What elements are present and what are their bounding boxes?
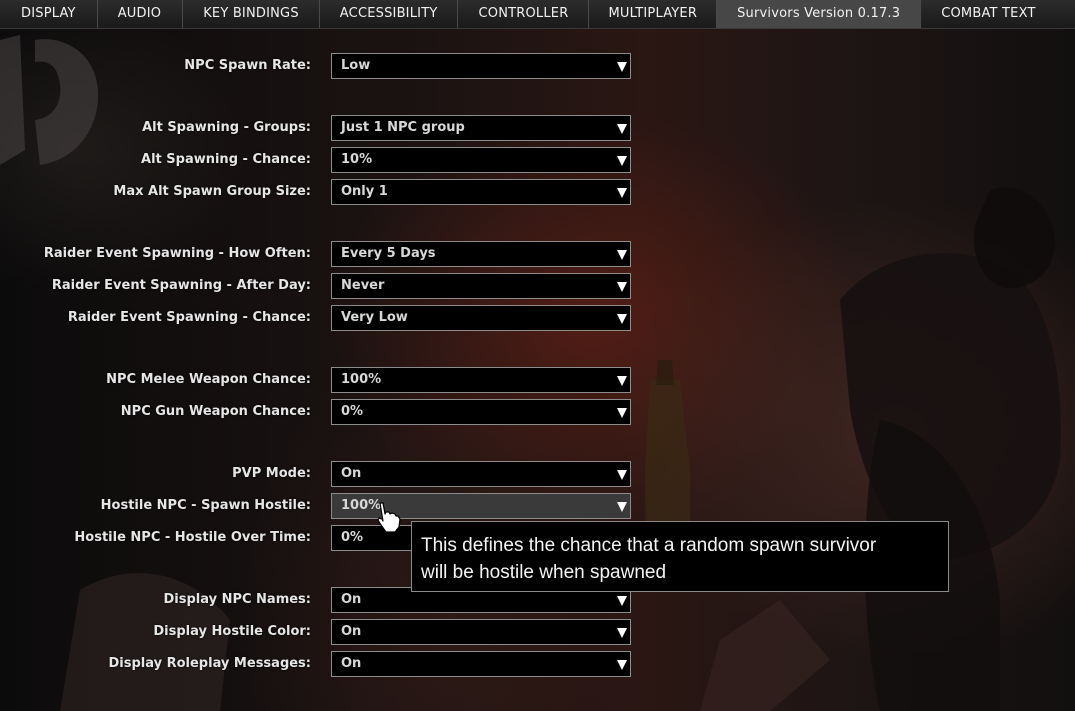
tab-audio[interactable]: AUDIO bbox=[98, 0, 184, 28]
tab-survivors[interactable]: Survivors Version 0.17.3 bbox=[717, 0, 922, 28]
chevron-down-icon bbox=[617, 660, 627, 670]
chevron-down-icon bbox=[617, 250, 627, 260]
tab-controller[interactable]: CONTROLLER bbox=[458, 0, 590, 28]
setting-label: NPC Melee Weapon Chance: bbox=[106, 372, 311, 387]
chevron-down-icon bbox=[617, 314, 627, 324]
setting-label: Alt Spawning - Chance: bbox=[141, 152, 311, 167]
npc-spawn-rate-dropdown[interactable]: Low bbox=[331, 53, 631, 79]
npc-gun-weapon-chance-dropdown[interactable]: 0% bbox=[331, 399, 631, 425]
npc-melee-weapon-chance-dropdown[interactable]: 100% bbox=[331, 367, 631, 393]
setting-row-raider-chance: Raider Event Spawning - Chance: Very Low bbox=[0, 305, 640, 331]
chevron-down-icon bbox=[617, 376, 627, 386]
hand-pointer-icon bbox=[377, 502, 401, 533]
chevron-down-icon bbox=[617, 596, 627, 606]
dropdown-value: Only 1 bbox=[341, 184, 388, 199]
tab-multiplayer[interactable]: MULTIPLAYER bbox=[589, 0, 718, 28]
setting-label: Raider Event Spawning - After Day: bbox=[51, 278, 311, 293]
tooltip-line-1: This defines the chance that a random sp… bbox=[421, 535, 877, 556]
setting-label: Display Roleplay Messages: bbox=[108, 656, 311, 671]
chevron-down-icon bbox=[617, 282, 627, 292]
setting-row-alt-spawning-chance: Alt Spawning - Chance: 10% bbox=[0, 147, 640, 173]
setting-label: Alt Spawning - Groups: bbox=[142, 120, 311, 135]
chevron-down-icon bbox=[617, 62, 627, 72]
setting-label: Raider Event Spawning - Chance: bbox=[67, 310, 311, 325]
chevron-down-icon bbox=[617, 628, 627, 638]
tab-combat-text[interactable]: COMBAT TEXT bbox=[921, 0, 1055, 28]
setting-label: Hostile NPC - Spawn Hostile: bbox=[100, 498, 311, 513]
chevron-down-icon bbox=[617, 188, 627, 198]
alt-spawning-groups-dropdown[interactable]: Just 1 NPC group bbox=[331, 115, 631, 141]
display-roleplay-messages-dropdown[interactable]: On bbox=[331, 651, 631, 677]
setting-row-npc-gun-weapon-chance: NPC Gun Weapon Chance: 0% bbox=[0, 399, 640, 425]
dropdown-value: 100% bbox=[341, 372, 382, 387]
settings-tab-bar: DISPLAY AUDIO KEY BINDINGS ACCESSIBILITY… bbox=[0, 0, 1075, 29]
dropdown-value: 10% bbox=[341, 152, 373, 167]
setting-row-npc-spawn-rate: NPC Spawn Rate: Low bbox=[0, 53, 640, 79]
setting-row-hostile-npc-spawn-hostile: Hostile NPC - Spawn Hostile: 100% bbox=[0, 493, 640, 519]
setting-row-raider-after-day: Raider Event Spawning - After Day: Never bbox=[0, 273, 640, 299]
setting-row-alt-spawning-groups: Alt Spawning - Groups: Just 1 NPC group bbox=[0, 115, 640, 141]
chevron-down-icon bbox=[617, 156, 627, 166]
dropdown-value: Low bbox=[341, 58, 371, 73]
setting-row-pvp-mode: PVP Mode: On bbox=[0, 461, 640, 487]
tooltip-line-2: will be hostile when spawned bbox=[421, 562, 667, 583]
raider-chance-dropdown[interactable]: Very Low bbox=[331, 305, 631, 331]
setting-tooltip: This defines the chance that a random sp… bbox=[411, 521, 949, 592]
chevron-down-icon bbox=[617, 124, 627, 134]
dropdown-value: On bbox=[341, 656, 362, 671]
dropdown-value: On bbox=[341, 466, 362, 481]
setting-row-raider-how-often: Raider Event Spawning - How Often: Every… bbox=[0, 241, 640, 267]
setting-row-display-hostile-color: Display Hostile Color: On bbox=[0, 619, 640, 645]
chevron-down-icon bbox=[617, 408, 627, 418]
setting-label: Max Alt Spawn Group Size: bbox=[113, 184, 311, 199]
dropdown-value: Never bbox=[341, 278, 385, 293]
alt-spawning-chance-dropdown[interactable]: 10% bbox=[331, 147, 631, 173]
chevron-down-icon bbox=[617, 470, 627, 480]
setting-row-max-alt-spawn-group-size: Max Alt Spawn Group Size: Only 1 bbox=[0, 179, 640, 205]
dropdown-value: Every 5 Days bbox=[341, 246, 436, 261]
raider-after-day-dropdown[interactable]: Never bbox=[331, 273, 631, 299]
setting-label: PVP Mode: bbox=[232, 466, 311, 481]
dropdown-value: 0% bbox=[341, 530, 364, 545]
setting-label: NPC Spawn Rate: bbox=[184, 58, 311, 73]
chevron-down-icon bbox=[617, 502, 627, 512]
display-hostile-color-dropdown[interactable]: On bbox=[331, 619, 631, 645]
pvp-mode-dropdown[interactable]: On bbox=[331, 461, 631, 487]
dropdown-value: On bbox=[341, 624, 362, 639]
setting-label: Hostile NPC - Hostile Over Time: bbox=[74, 530, 311, 545]
setting-row-display-roleplay-messages: Display Roleplay Messages: On bbox=[0, 651, 640, 677]
setting-label: Display Hostile Color: bbox=[153, 624, 311, 639]
dropdown-value: On bbox=[341, 592, 362, 607]
tab-key-bindings[interactable]: KEY BINDINGS bbox=[183, 0, 320, 28]
tab-display[interactable]: DISPLAY bbox=[0, 0, 98, 28]
dropdown-value: Very Low bbox=[341, 310, 408, 325]
setting-row-npc-melee-weapon-chance: NPC Melee Weapon Chance: 100% bbox=[0, 367, 640, 393]
max-alt-spawn-group-size-dropdown[interactable]: Only 1 bbox=[331, 179, 631, 205]
setting-label: NPC Gun Weapon Chance: bbox=[120, 404, 311, 419]
setting-label: Display NPC Names: bbox=[163, 592, 311, 607]
dropdown-value: 0% bbox=[341, 404, 364, 419]
tab-accessibility[interactable]: ACCESSIBILITY bbox=[320, 0, 459, 28]
raider-how-often-dropdown[interactable]: Every 5 Days bbox=[331, 241, 631, 267]
dropdown-value: Just 1 NPC group bbox=[341, 120, 465, 135]
setting-label: Raider Event Spawning - How Often: bbox=[43, 246, 311, 261]
